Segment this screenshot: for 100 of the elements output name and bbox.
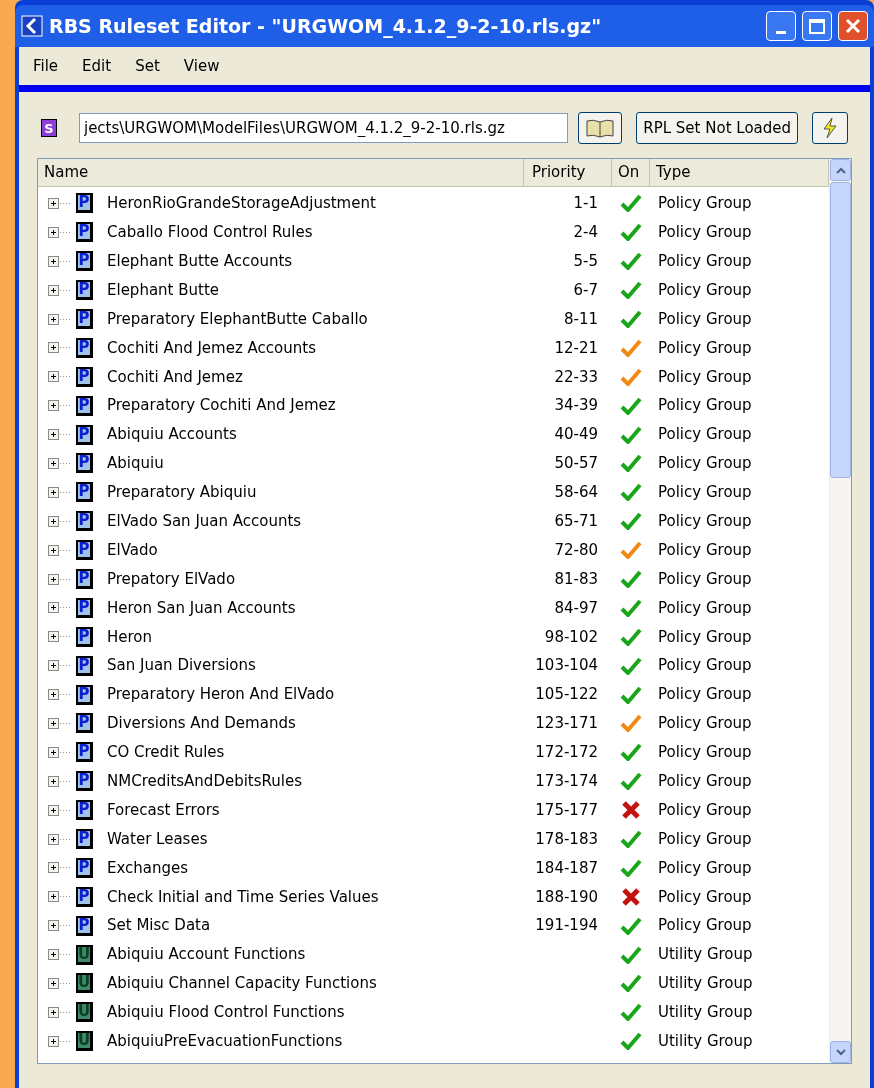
check-icon[interactable]: [620, 251, 642, 272]
expand-icon[interactable]: [48, 573, 72, 585]
expand-icon[interactable]: [48, 920, 72, 932]
check-icon[interactable]: [620, 540, 642, 561]
close-button[interactable]: [838, 11, 868, 41]
check-icon[interactable]: [620, 1031, 642, 1052]
path-field[interactable]: jects\URGWOM\ModelFiles\URGWOM_4.1.2_9-2-10.rls.gz: [78, 113, 569, 143]
check-icon[interactable]: [620, 309, 642, 329]
check-icon[interactable]: [620, 453, 642, 474]
menu-item[interactable]: Set: [135, 54, 160, 78]
check-icon[interactable]: [620, 626, 642, 647]
expand-icon[interactable]: [48, 515, 72, 527]
expand-icon[interactable]: [48, 255, 72, 267]
group-name[interactable]: Caballo Flood Control Rules: [107, 221, 313, 244]
group-name[interactable]: Preparatory Heron And ElVado: [107, 683, 335, 706]
group-name[interactable]: Diversions And Demands: [107, 712, 296, 735]
group-name[interactable]: Abiquiu: [107, 452, 164, 475]
check-icon[interactable]: [620, 973, 642, 994]
run-button[interactable]: [812, 112, 848, 144]
expand-icon[interactable]: [48, 949, 72, 961]
group-name[interactable]: Preparatory Cochiti And Jemez: [107, 394, 336, 417]
menu-item[interactable]: View: [183, 54, 220, 78]
group-name[interactable]: Set Misc Data: [107, 914, 211, 937]
check-icon[interactable]: [620, 1002, 642, 1023]
expand-icon[interactable]: [48, 746, 72, 758]
check-icon[interactable]: [620, 857, 642, 878]
rpl-set-button[interactable]: RPL Set Not Loaded: [636, 112, 799, 144]
column-header[interactable]: Priority: [524, 159, 612, 186]
group-name[interactable]: Prepatory ElVado: [107, 567, 236, 591]
menu-item[interactable]: Edit: [82, 54, 112, 78]
expand-icon[interactable]: [48, 602, 72, 614]
expand-icon[interactable]: [48, 429, 72, 441]
expand-icon[interactable]: [48, 486, 72, 498]
expand-icon[interactable]: [48, 342, 72, 354]
check-icon[interactable]: [620, 424, 642, 445]
expand-icon[interactable]: [48, 1006, 72, 1018]
check-icon[interactable]: [620, 944, 642, 965]
group-name[interactable]: Cochiti And Jemez Accounts: [107, 336, 316, 360]
expand-icon[interactable]: [48, 226, 72, 238]
expand-icon[interactable]: [48, 804, 72, 816]
expand-icon[interactable]: [48, 197, 72, 209]
check-icon[interactable]: [620, 395, 642, 416]
expand-icon[interactable]: [48, 1035, 72, 1047]
check-icon[interactable]: [620, 829, 642, 850]
group-name[interactable]: Water Leases: [107, 827, 208, 851]
group-name[interactable]: ElVado San Juan Accounts: [107, 510, 302, 533]
group-name[interactable]: Heron San Juan Accounts: [107, 596, 296, 620]
check-icon[interactable]: [620, 280, 642, 301]
group-name[interactable]: Exchanges: [107, 856, 189, 880]
expand-icon[interactable]: [48, 689, 72, 701]
expand-icon[interactable]: [48, 631, 72, 643]
group-name[interactable]: HeronRioGrandeStorageAdjustment: [107, 192, 376, 215]
check-icon[interactable]: [620, 597, 642, 618]
expand-icon[interactable]: [48, 313, 72, 325]
expand-icon[interactable]: [48, 400, 72, 412]
check-icon[interactable]: [620, 482, 642, 503]
cross-icon[interactable]: [621, 800, 641, 821]
minimize-button[interactable]: [766, 11, 796, 41]
column-header[interactable]: On: [612, 159, 650, 186]
group-name[interactable]: Elephant Butte Accounts: [107, 249, 293, 273]
book-button[interactable]: [578, 112, 623, 144]
check-icon[interactable]: [620, 713, 642, 734]
menu-item[interactable]: File: [33, 54, 59, 78]
check-icon[interactable]: [620, 222, 642, 243]
expand-icon[interactable]: [48, 544, 72, 556]
group-name[interactable]: NMCreditsAndDebitsRules: [107, 770, 302, 793]
scroll-thumb[interactable]: [830, 182, 851, 478]
check-icon[interactable]: [620, 742, 642, 763]
expand-icon[interactable]: [48, 775, 72, 787]
group-name[interactable]: Forecast Errors: [107, 798, 220, 822]
group-name[interactable]: Abiquiu Channel Capacity Functions: [107, 972, 377, 995]
check-icon[interactable]: [620, 915, 642, 936]
expand-icon[interactable]: [48, 284, 72, 296]
check-icon[interactable]: [620, 684, 642, 705]
group-name[interactable]: ElVado: [107, 538, 158, 562]
expand-icon[interactable]: [48, 978, 72, 989]
scroll-up-button[interactable]: [830, 159, 851, 181]
check-icon[interactable]: [620, 771, 642, 792]
expand-icon[interactable]: [48, 862, 72, 874]
check-icon[interactable]: [620, 193, 642, 214]
expand-icon[interactable]: [48, 457, 72, 469]
expand-icon[interactable]: [48, 833, 72, 845]
expand-icon[interactable]: [48, 891, 72, 903]
group-name[interactable]: Abiquiu Accounts: [107, 423, 237, 446]
group-name[interactable]: AbiquiuPreEvacuationFunctions: [107, 1030, 343, 1053]
group-name[interactable]: CO Credit Rules: [107, 741, 225, 764]
group-name[interactable]: Elephant Butte: [107, 278, 220, 302]
scroll-down-button[interactable]: [830, 1041, 851, 1063]
cross-icon[interactable]: [621, 886, 641, 907]
group-name[interactable]: Check Initial and Time Series Values: [107, 885, 379, 909]
expand-icon[interactable]: [48, 371, 72, 383]
check-icon[interactable]: [620, 337, 642, 358]
scrollbar[interactable]: [829, 159, 851, 1063]
group-name[interactable]: Abiquiu Account Functions: [107, 943, 306, 966]
group-name[interactable]: Heron: [107, 625, 153, 649]
check-icon[interactable]: [620, 655, 642, 676]
maximize-button[interactable]: [802, 11, 832, 41]
check-icon[interactable]: [620, 569, 642, 589]
group-name[interactable]: Cochiti And Jemez: [107, 365, 243, 389]
group-name[interactable]: Preparatory Abiquiu: [107, 481, 257, 504]
